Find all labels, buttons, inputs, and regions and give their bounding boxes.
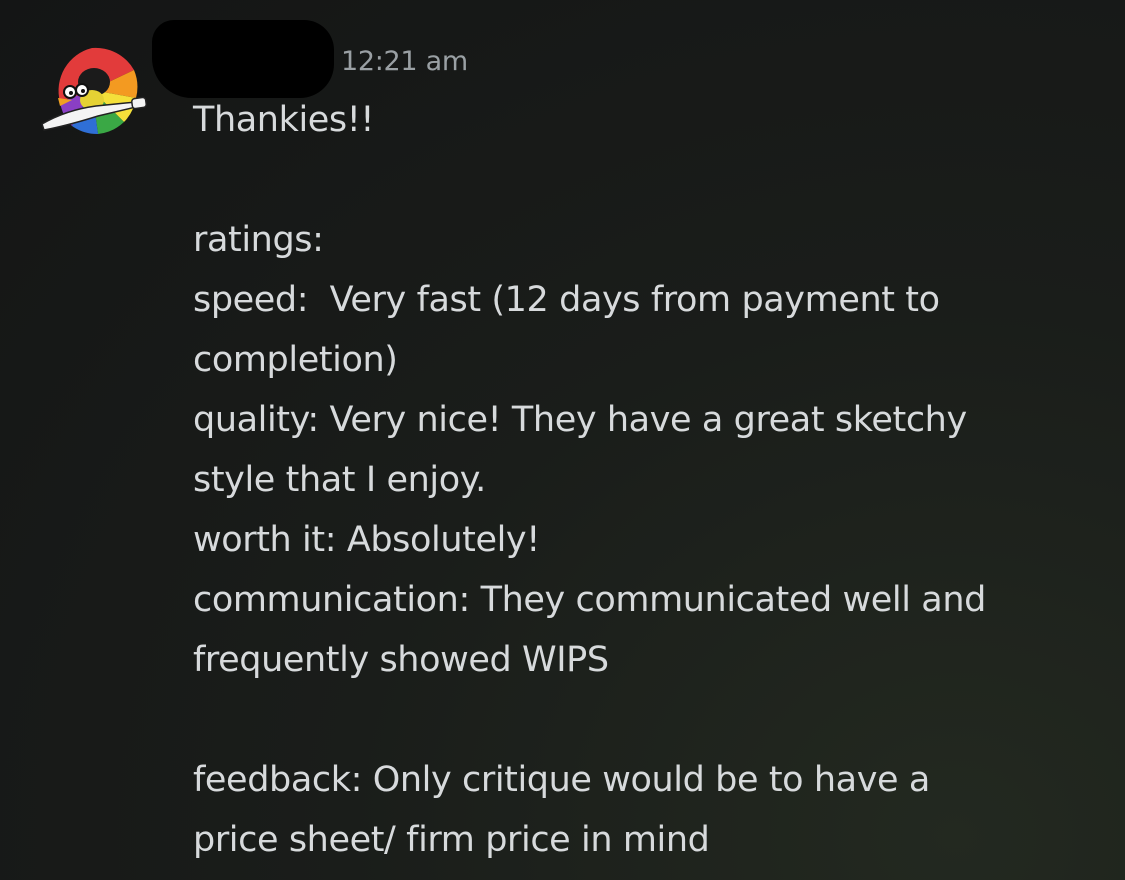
message-line: worth it: Absolutely! [193, 520, 540, 560]
message-line: ratings: [193, 220, 324, 260]
message-line: communication: They communicated well an… [193, 580, 986, 620]
message-line: feedback: Only critique would be to have… [193, 760, 930, 800]
message-line: Thankies!! [193, 100, 375, 140]
message-line: speed: Very fast (12 days from payment t… [193, 280, 940, 320]
user-avatar[interactable] [36, 40, 148, 144]
message-line: quality: Very nice! They have a great sk… [193, 400, 967, 440]
pride-duck-with-knife-icon [41, 47, 147, 135]
message-content: Thankies!! ratings: speed: Very fast (12… [193, 90, 1103, 870]
message-line-blank [193, 150, 1103, 210]
username-redacted [152, 20, 334, 98]
message-line-blank [193, 690, 1103, 750]
message-line: frequently showed WIPS [193, 640, 609, 680]
message-timestamp: 12:21 am [341, 46, 468, 77]
message-line: completion) [193, 340, 398, 380]
message-line: price sheet/ firm price in mind [193, 820, 710, 860]
chat-message: 12:21 am Thankies!! ratings: speed: Very… [0, 0, 1125, 880]
message-line: style that I enjoy. [193, 460, 486, 500]
